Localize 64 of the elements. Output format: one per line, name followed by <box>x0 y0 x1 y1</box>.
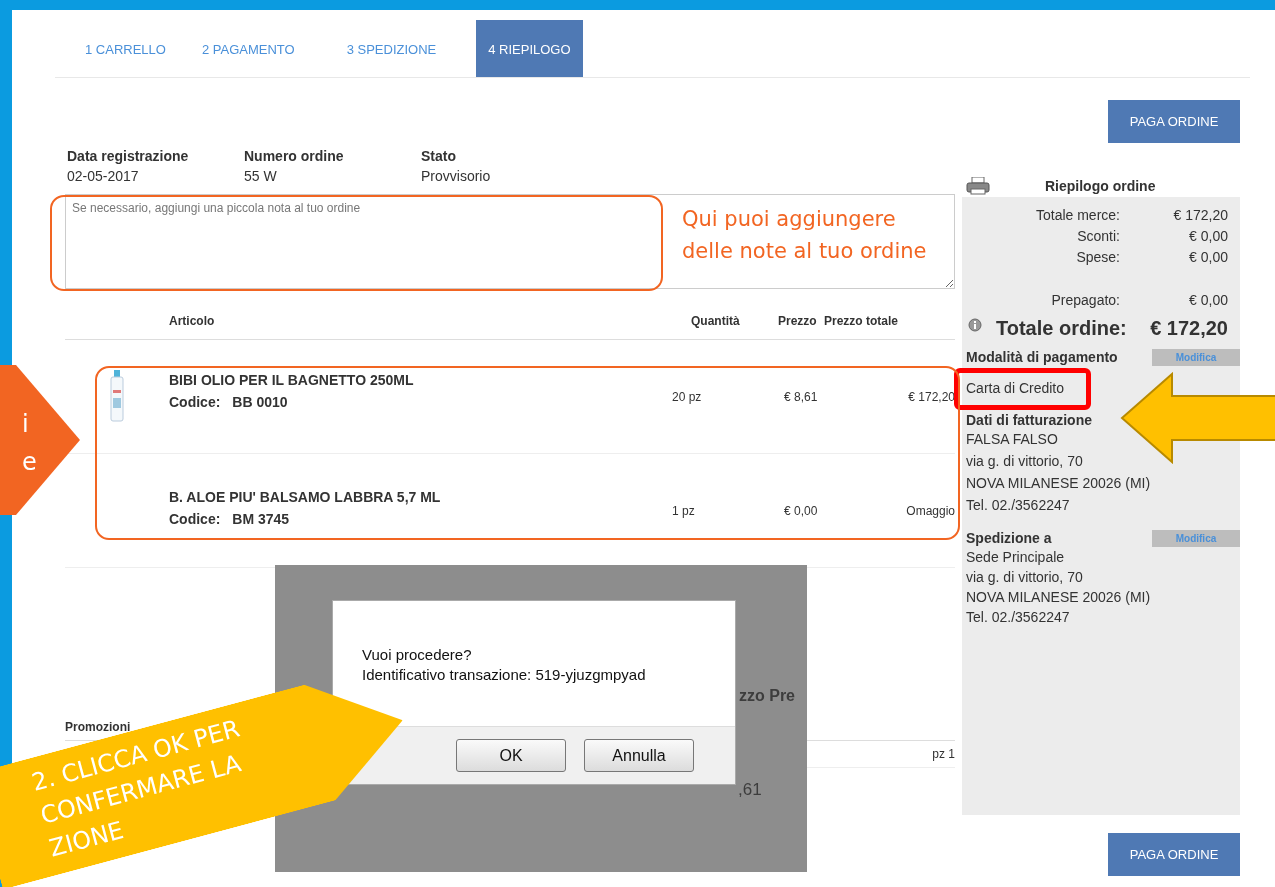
info-value: 02-05-2017 <box>67 167 140 186</box>
summary-value: € 0,00 <box>1188 248 1228 267</box>
summary-value: € 0,00 <box>1188 227 1228 246</box>
step-tab[interactable]: 1 CARRELLO <box>85 20 166 77</box>
column-header: Quantità <box>690 314 741 330</box>
callout-text: e <box>22 447 38 477</box>
product-code: BM 3745 <box>232 511 290 527</box>
summary-label: Sconti: <box>1076 227 1120 246</box>
section-title: Spedizione a <box>966 530 1052 546</box>
summary-title: Riepilogo ordine <box>1045 178 1156 194</box>
total-cell-text: € 172,20 <box>907 389 955 406</box>
background-text: zzo Pre <box>739 687 795 705</box>
product-name: BIBI OLIO PER IL BAGNETTO 250ML <box>169 372 415 388</box>
order-total-value: € 172,20 <box>1150 316 1228 340</box>
address-line: FALSA FALSO <box>966 430 1059 449</box>
address-line: NOVA MILANESE 20026 (MI) <box>966 474 1152 493</box>
printer-icon[interactable] <box>966 177 990 195</box>
info-label: Numero ordine <box>244 147 345 166</box>
product-code: BB 0010 <box>232 394 288 410</box>
code-label: Codice: <box>169 394 221 410</box>
code-label: Codice: <box>169 511 221 527</box>
total-cell-text: Omaggio <box>905 503 955 520</box>
quantity-cell-text: 20 pz <box>671 389 703 406</box>
dialog-button[interactable]: Annulla <box>584 739 694 772</box>
pay-order-button[interactable]: PAGA ORDINE <box>1108 100 1240 143</box>
dialog-message: Identificativo transazione: 519-yjuzgmpyad <box>362 665 647 685</box>
column-header: Prezzo <box>777 314 818 330</box>
address-line: Sede Principale <box>966 548 1066 567</box>
info-value: Provvisorio <box>421 167 492 186</box>
info-icon[interactable] <box>968 318 982 332</box>
dialog-button[interactable]: OK <box>456 739 566 772</box>
info-label: Stato <box>421 147 457 166</box>
info-value: 55 W <box>244 167 278 186</box>
order-total-label: Totale ordine: <box>996 316 1128 340</box>
payment-method: Carta di Credito <box>966 380 1065 396</box>
price-cell-text: € 0,00 <box>783 503 819 520</box>
address-line: Tel. 02./3562247 <box>966 496 1071 515</box>
address-line: NOVA MILANESE 20026 (MI) <box>966 588 1152 607</box>
section-title: Promozioni <box>65 720 131 734</box>
summary-value: € 172,20 <box>1172 206 1228 225</box>
quantity-cell-text: 1 pz <box>671 503 696 520</box>
promotion-quantity: pz 1 <box>932 747 955 761</box>
background-text: ,61 <box>738 780 762 800</box>
section-title: Modalità di pagamento <box>966 349 1118 365</box>
summary-label: Totale merce: <box>1034 206 1120 225</box>
annotation-text: Qui puoi aggiungere delle note al tuo ordine <box>682 206 928 265</box>
section-title: Dati di fatturazione <box>966 412 1092 428</box>
column-header: Articolo <box>169 314 216 330</box>
callout-text: i <box>22 409 30 439</box>
product-name: B. ALOE PIU' BALSAMO LABBRA 5,7 ML <box>169 489 442 505</box>
address-line: via g. di vittorio, 70 <box>966 452 1084 471</box>
step-tab[interactable]: 4 RIEPILOGO <box>476 20 583 77</box>
pay-order-button[interactable]: PAGA ORDINE <box>1108 833 1240 876</box>
summary-label: Spese: <box>1075 248 1120 267</box>
summary-label: Prepagato: <box>1050 291 1120 310</box>
address-line: via g. di vittorio, 70 <box>966 568 1084 587</box>
step-tab[interactable]: 3 SPEDIZIONE <box>346 20 437 77</box>
column-header: Prezzo totale <box>823 314 899 330</box>
info-label: Data registrazione <box>67 147 190 166</box>
address-line: Tel. 02./3562247 <box>966 608 1071 627</box>
price-cell-text: € 8,61 <box>783 389 819 406</box>
step-tab[interactable]: 2 PAGAMENTO <box>201 20 295 77</box>
summary-value: € 0,00 <box>1188 291 1228 310</box>
dialog-message: Vuoi procedere? <box>362 645 473 665</box>
